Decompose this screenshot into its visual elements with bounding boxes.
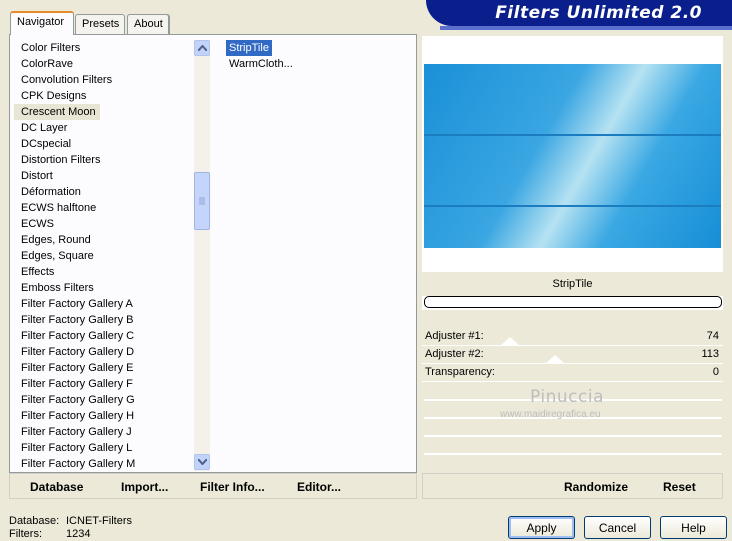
category-item[interactable]: Filter Factory Gallery H (14, 408, 194, 424)
category-item[interactable]: Filter Factory Gallery J (14, 424, 194, 440)
category-item[interactable]: ECWS (14, 216, 194, 232)
category-item[interactable]: Filter Factory Gallery B (14, 312, 194, 328)
adjuster-row-1[interactable]: Adjuster #1: 74 (422, 328, 723, 346)
category-item[interactable]: Effects (14, 264, 194, 280)
left-button-bar: Database Import... Filter Info... Editor… (9, 473, 417, 499)
scroll-thumb[interactable] (194, 172, 210, 230)
scroll-down-button[interactable] (194, 454, 210, 470)
empty-slider-row (424, 453, 722, 455)
category-item[interactable]: Filter Factory Gallery L (14, 440, 194, 456)
preview-image (424, 64, 721, 248)
arrow-down-icon (197, 459, 207, 465)
editor-button[interactable]: Editor... (297, 480, 341, 494)
grip-icon (199, 197, 205, 205)
category-item[interactable]: Filter Factory Gallery C (14, 328, 194, 344)
category-item[interactable]: Filter Factory Gallery D (14, 344, 194, 360)
strip-band (424, 134, 721, 136)
category-item[interactable]: Distortion Filters (14, 152, 194, 168)
category-item[interactable]: Filter Factory Gallery A (14, 296, 194, 312)
category-item[interactable]: Color Filters (14, 40, 194, 56)
preview-filter-name: StripTile (552, 278, 593, 290)
banner-stripe (440, 26, 732, 30)
category-list[interactable]: Color Filters ColorRave Convolution Filter… (14, 40, 194, 470)
adjuster-track (422, 381, 723, 382)
help-button[interactable]: Help (660, 516, 727, 539)
tab-navigator[interactable]: Navigator (10, 11, 74, 35)
category-item[interactable]: Filter Factory Gallery M (14, 456, 194, 470)
tab-about-visible[interactable]: About (127, 14, 169, 34)
category-item[interactable]: DC Layer (14, 120, 194, 136)
filter-info-button[interactable]: Filter Info... (200, 480, 265, 494)
tab-presets-visible[interactable]: Presets (75, 14, 125, 34)
adjuster-label: Transparency: (425, 366, 495, 378)
empty-slider-row (424, 435, 722, 437)
adjuster-label: Adjuster #2: (425, 348, 484, 360)
category-item[interactable]: Déformation (14, 184, 194, 200)
category-item[interactable]: Filter Factory Gallery E (14, 360, 194, 376)
arrow-up-icon (197, 45, 207, 51)
tab-label: Navigator (17, 16, 65, 28)
right-button-bar: Randomize Reset (422, 473, 723, 499)
import-button[interactable]: Import... (121, 480, 168, 494)
category-item[interactable]: Emboss Filters (14, 280, 194, 296)
category-item[interactable]: ECWS halftone (14, 200, 194, 216)
status-filters-value: 1234 (66, 528, 91, 540)
category-item-selected[interactable]: Crescent Moon (14, 104, 100, 120)
filter-item-selected[interactable]: StripTile (226, 40, 411, 56)
tab-label: Presets (82, 18, 120, 30)
apply-label: Apply (526, 520, 557, 535)
scroll-up-button[interactable] (194, 40, 210, 56)
adjuster-value: 0 (712, 366, 719, 378)
category-item[interactable]: Convolution Filters (14, 72, 194, 88)
reset-button[interactable]: Reset (663, 480, 696, 494)
adjuster-value: 74 (706, 330, 719, 342)
filter-name-bar: StripTile (422, 272, 723, 296)
status-database-value: ICNET-Filters (66, 515, 132, 527)
filter-item[interactable]: WarmCloth... (226, 56, 411, 72)
filter-item-label[interactable]: StripTile (226, 40, 272, 56)
app-banner: Filters Unlimited 2.0 (426, 0, 732, 26)
randomize-button[interactable]: Randomize (564, 480, 628, 494)
category-item[interactable]: CPK Designs (14, 88, 194, 104)
adjuster-row-3[interactable]: Transparency: 0 (422, 364, 723, 382)
category-item[interactable]: Distort (14, 168, 194, 184)
watermark-url: www.maidiregrafica.eu (500, 409, 601, 420)
filter-list[interactable]: StripTile WarmCloth... (226, 40, 411, 72)
status-database-label: Database: (9, 515, 60, 527)
strip-band (424, 205, 721, 207)
adjuster-value: 113 (701, 348, 719, 360)
category-item[interactable]: ColorRave (14, 56, 194, 72)
apply-button[interactable]: Apply (508, 516, 575, 539)
tab-label: About (134, 18, 163, 30)
category-item[interactable]: DCspecial (14, 136, 194, 152)
category-item[interactable]: Filter Factory Gallery F (14, 376, 194, 392)
app-title: Filters Unlimited 2.0 (495, 3, 702, 23)
cancel-button[interactable]: Cancel (584, 516, 651, 539)
adjuster-1-slider[interactable] (501, 337, 519, 345)
category-item[interactable]: Filter Factory Gallery G (14, 392, 194, 408)
database-button[interactable]: Database (30, 480, 83, 494)
category-item[interactable]: Edges, Round (14, 232, 194, 248)
cancel-label: Cancel (598, 520, 637, 535)
adjuster-label: Adjuster #1: (425, 330, 484, 342)
status-filters-label: Filters: (9, 528, 42, 540)
progress-bar (424, 296, 722, 308)
help-label: Help (681, 520, 706, 535)
adjuster-2-slider[interactable] (546, 355, 564, 363)
category-item[interactable]: Edges, Square (14, 248, 194, 264)
category-scrollbar[interactable] (194, 40, 210, 471)
adjuster-row-2[interactable]: Adjuster #2: 113 (422, 346, 723, 364)
watermark-name: Pinuccia (530, 387, 604, 407)
